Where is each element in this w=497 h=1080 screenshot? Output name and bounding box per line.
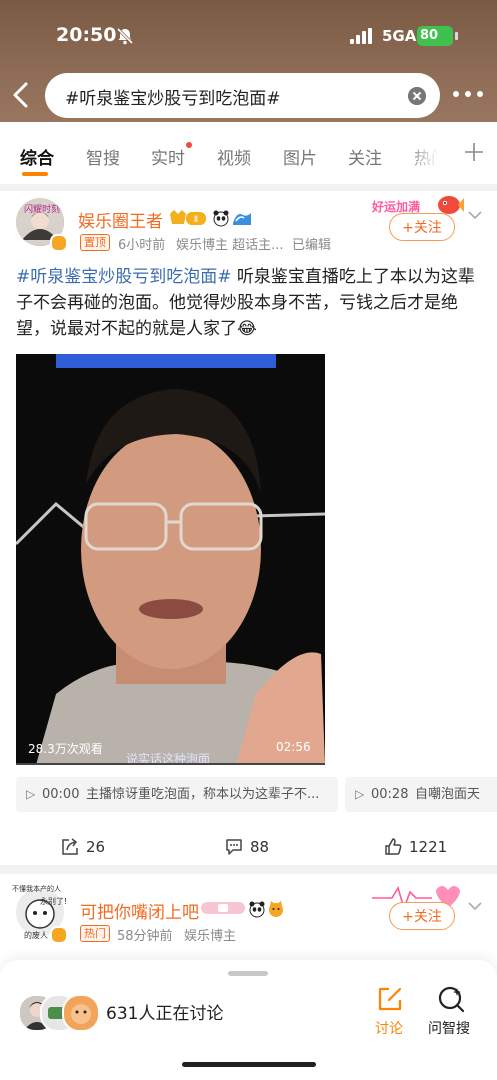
video-chapter-2[interactable]: ▷ 00:28 自嘲泡面天 — [345, 777, 497, 812]
clear-search-icon[interactable] — [408, 87, 426, 105]
status-bar: 20:50 5GA 80 — [0, 0, 497, 70]
battery-indicator: 80 — [417, 26, 453, 46]
chapter-2-time: 00:28 — [371, 787, 409, 802]
video-duration: 02:56 — [276, 740, 311, 754]
comment-count[interactable]: 88 — [250, 838, 269, 856]
more-options-icon[interactable] — [452, 90, 484, 98]
discussion-bar[interactable]: 631人正在讨论 讨论 问智搜 — [0, 960, 497, 1080]
post-source: 娱乐博主 超话主... — [176, 238, 284, 253]
post2-avatar-caption-bottom: 的废人 — [24, 931, 48, 940]
active-tab-indicator — [22, 172, 48, 176]
post2-cat-icon — [269, 901, 283, 917]
search-input[interactable]: #听泉鉴宝炒股亏到吃泡面# — [45, 73, 440, 118]
participant-avatar-3-image — [71, 1004, 91, 1024]
edited-label: 已编辑 — [292, 238, 332, 253]
video-progress-track — [16, 763, 325, 765]
video-thumbnail — [16, 354, 325, 765]
tab-realtime[interactable]: 实时 — [151, 144, 185, 169]
chapter-1-time: 00:00 — [42, 787, 80, 802]
participant-avatar-3 — [62, 994, 100, 1032]
status-time: 20:50 — [56, 24, 117, 46]
post2-hot-tag: 热门 — [80, 925, 110, 942]
post2-avatar-caption-mid: 永别了! — [40, 897, 68, 906]
post2-chevron-down-icon[interactable] — [468, 901, 482, 911]
post2-username[interactable]: 可把你嘴闭上吧 — [80, 898, 199, 923]
search-query: #听泉鉴宝炒股亏到吃泡面# — [65, 89, 281, 109]
play-icon: ▷ — [26, 787, 36, 801]
like-count[interactable]: 1221 — [409, 838, 447, 856]
video-view-count: 28.3万次观看 — [28, 742, 103, 756]
tab-following[interactable]: 关注 — [348, 144, 382, 169]
home-indicator[interactable] — [182, 1062, 316, 1067]
laugh-emoji: 😂 — [237, 319, 257, 339]
comment-icon[interactable] — [225, 838, 243, 856]
post2-follow-button[interactable]: +关注 — [389, 902, 455, 930]
post-hashtag-link[interactable]: #听泉鉴宝炒股亏到吃泡面# — [16, 267, 232, 287]
tab-video[interactable]: 视频 — [217, 144, 251, 169]
repost-icon[interactable] — [61, 838, 79, 856]
repost-count[interactable]: 26 — [86, 838, 105, 856]
add-tab-icon[interactable] — [464, 142, 484, 162]
avatar-caption: 闪耀时刻 — [24, 205, 61, 215]
network-type: 5GA — [382, 27, 417, 45]
discuss-label[interactable]: 讨论 — [375, 1018, 403, 1038]
video-chapter-1[interactable]: ▷ 00:00 主播惊讶重吃泡面，称本以为这辈子不... — [16, 777, 338, 812]
edit-discuss-icon[interactable] — [377, 986, 403, 1012]
play-icon: ▷ — [355, 787, 365, 801]
pinned-tag: 置顶 — [80, 234, 110, 251]
tab-fade — [404, 122, 452, 184]
post2-member-badge-icon — [201, 902, 245, 914]
back-arrow-icon[interactable] — [8, 80, 34, 110]
post-actions: 26 88 1221 — [0, 830, 497, 864]
discussion-count[interactable]: 631人正在讨论 — [106, 999, 223, 1024]
post2-time: 58分钟前 — [117, 929, 173, 944]
ask-smart-search-label[interactable]: 问智搜 — [428, 1018, 470, 1038]
tab-smart-search[interactable]: 智搜 — [86, 144, 120, 169]
post2-panda-icon — [249, 901, 265, 918]
smart-search-icon[interactable] — [437, 985, 465, 1013]
chevron-down-icon[interactable] — [468, 210, 482, 220]
post2-avatar-caption-top: 不懂我本产的人 — [12, 885, 61, 893]
panda-icon — [213, 210, 229, 227]
post2-source: 娱乐博主 — [184, 929, 237, 944]
post2-verified-badge-icon — [50, 926, 68, 944]
vip-level-icon: Ⅱ — [170, 210, 206, 225]
video-player[interactable]: 28.3万次观看 02:56 说实话这种泡面 — [16, 354, 325, 765]
sheet-handle[interactable] — [228, 971, 268, 976]
chapter-1-text: 主播惊讶重吃泡面，称本以为这辈子不... — [86, 787, 320, 802]
bell-off-icon — [116, 27, 134, 45]
battery-tip — [455, 32, 458, 40]
chapter-2-text: 自嘲泡面天 — [415, 787, 481, 802]
post-time: 6小时前 — [118, 238, 166, 253]
wave-icon — [233, 213, 251, 225]
realtime-new-dot — [186, 142, 192, 148]
post-username[interactable]: 娱乐圈王者 — [78, 207, 163, 232]
tab-comprehensive[interactable]: 综合 — [20, 144, 54, 169]
post-text: #听泉鉴宝炒股亏到吃泡面# 听泉鉴宝直播吃上了本以为这辈子不会再碰的泡面。他觉得… — [16, 264, 482, 342]
follow-button[interactable]: +关注 — [389, 213, 455, 241]
search-tab-bar: 综合 智搜 实时 视频 图片 关注 热门 — [0, 122, 497, 184]
like-icon[interactable] — [384, 838, 402, 856]
signal-icon — [350, 28, 372, 44]
vip-level-text: Ⅱ — [194, 215, 198, 225]
verified-badge-icon — [50, 234, 68, 252]
tab-images[interactable]: 图片 — [283, 144, 317, 169]
